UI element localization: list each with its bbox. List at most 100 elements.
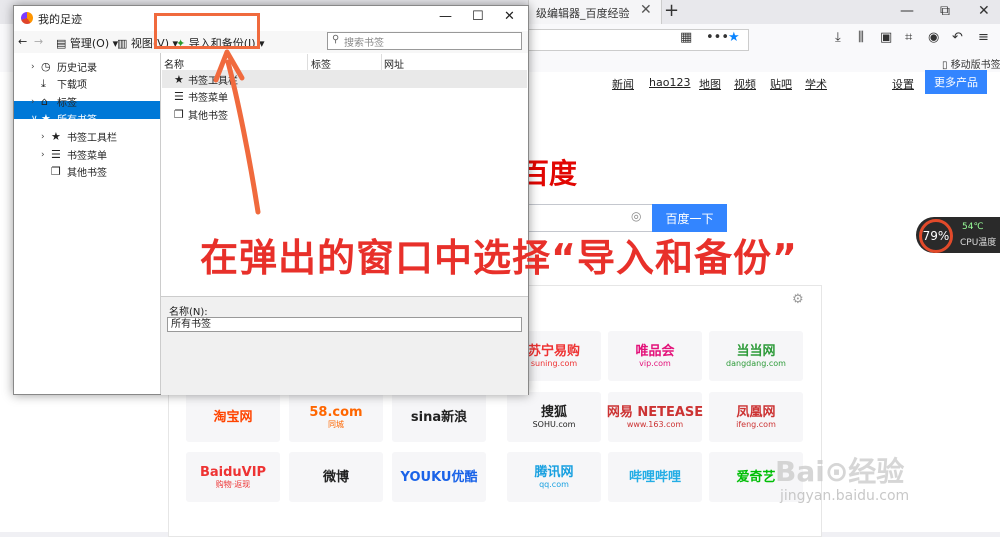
library-icon[interactable]: ⫼ <box>858 30 864 45</box>
tree-item-label: 所有书签 <box>57 115 97 126</box>
library-title: 我的足迹 <box>38 13 82 26</box>
site-tile-name: 网易 NETEASE <box>606 404 704 420</box>
gear-icon[interactable]: ⚙ <box>792 292 804 307</box>
mobile-bookmarks-link[interactable]: ▯ 移动版书签 <box>942 56 1000 71</box>
library-maximize-icon[interactable]: ☐ <box>472 9 484 24</box>
site-tile-subtitle: www.163.com <box>626 419 684 429</box>
column-divider <box>381 54 382 70</box>
window-close-icon[interactable]: ✕ <box>978 3 990 19</box>
baidu-logo: 百度 <box>521 157 578 190</box>
tree-item-icon: ⌂ <box>41 95 48 108</box>
manage-menu[interactable]: ▤ 管理(O) ▾ <box>56 35 118 51</box>
nav-link-settings[interactable]: 设置 <box>892 76 914 92</box>
tree-chevron-icon[interactable]: ∨ <box>31 114 41 124</box>
back-arrow-icon[interactable]: ← <box>18 35 27 48</box>
site-tile[interactable]: 当当网 dangdang.com <box>709 331 803 381</box>
site-tile[interactable]: 微博 <box>289 452 383 502</box>
site-tile-name: 微博 <box>322 469 349 485</box>
list-item[interactable]: ☰ 书签菜单 <box>174 89 228 104</box>
column-header-tags[interactable]: 标签 <box>311 56 331 71</box>
list-item[interactable]: ★ 书签工具栏 <box>174 72 238 87</box>
library-close-icon[interactable]: ✕ <box>504 9 515 24</box>
tree-item-icon: ★ <box>51 130 61 143</box>
site-tile[interactable]: 淘宝网 <box>186 392 280 442</box>
nav-link-video[interactable]: 视频 <box>734 76 756 92</box>
watermark-url: jingyan.baidu.com <box>780 488 910 504</box>
site-tile[interactable]: 凤凰网 ifeng.com <box>709 392 803 442</box>
camera-icon[interactable]: ◎ <box>631 209 641 223</box>
undo-icon[interactable]: ↶ <box>952 30 963 45</box>
column-header-name[interactable]: 名称 <box>164 56 184 71</box>
more-products-button[interactable]: 更多产品 <box>925 70 987 94</box>
search-placeholder: 搜索书签 <box>344 38 384 49</box>
tree-item-label: 其他书签 <box>67 168 107 179</box>
forward-arrow-icon[interactable]: → <box>34 35 43 48</box>
site-tile-subtitle: qq.com <box>539 479 569 489</box>
library-window: 我的足迹 — ☐ ✕ ← → ▤ 管理(O) ▾ ▥ 视图(V) ▾ ✦ 导入和… <box>13 5 529 395</box>
download-icon[interactable]: ⤓ <box>835 30 841 45</box>
tree-chevron-icon[interactable]: › <box>41 150 51 160</box>
site-tile[interactable]: 唯品会 vip.com <box>608 331 702 381</box>
list-item-label: 其他书签 <box>188 111 228 122</box>
site-tile-name: 搜狐 <box>540 404 567 420</box>
tree-item[interactable]: › ☰ 书签菜单 <box>41 146 107 163</box>
tree-item[interactable]: ❐ 其他书签 <box>41 163 107 180</box>
search-icon: ⚲ <box>332 34 340 45</box>
menu-icon[interactable]: ≡ <box>978 30 989 45</box>
tree-item-icon: ◷ <box>41 60 51 73</box>
firefox-icon <box>21 12 33 24</box>
site-tile-subtitle: SOHU.com <box>532 419 576 429</box>
site-tile-name: 唯品会 <box>635 343 675 359</box>
new-tab-button[interactable]: + <box>664 0 679 21</box>
nav-link-news[interactable]: 新闻 <box>612 76 634 92</box>
site-tile[interactable]: 58.com 同城 <box>289 392 383 442</box>
minimize-icon[interactable]: — <box>900 3 914 19</box>
sidebar-icon[interactable]: ▣ <box>880 30 892 45</box>
site-tile[interactable]: 哔哩哔哩 <box>608 452 702 502</box>
nav-link-map[interactable]: 地图 <box>699 76 721 92</box>
tree-item[interactable]: › ★ 书签工具栏 <box>41 128 117 145</box>
details-pane <box>161 296 528 395</box>
site-tile[interactable]: sina新浪 <box>392 392 486 442</box>
tab-close-icon[interactable]: ✕ <box>640 2 652 18</box>
list-item[interactable]: ❐ 其他书签 <box>174 107 228 122</box>
tree-chevron-icon[interactable]: › <box>31 97 41 107</box>
annotation-caption: 在弹出的窗口中选择“导入和备份” <box>200 236 798 280</box>
site-tile[interactable]: 网易 NETEASE www.163.com <box>606 392 704 442</box>
site-tile-name: 爱奇艺 <box>736 469 776 485</box>
tree-item-icon: ☰ <box>51 148 61 161</box>
chat-icon[interactable]: ◉ <box>928 30 939 45</box>
site-tile[interactable]: 搜狐 SOHU.com <box>507 392 601 442</box>
nav-link-hao123[interactable]: hao123 <box>649 76 690 89</box>
site-tile[interactable]: 腾讯网 qq.com <box>507 452 601 502</box>
tree-item-label: 标签 <box>57 98 77 109</box>
tree-item[interactable]: › ◷ 历史记录 <box>31 58 97 75</box>
tree-item-icon: ⤓ <box>41 76 46 90</box>
library-minimize-icon[interactable]: — <box>439 9 452 24</box>
qr-code-icon[interactable]: ▦ <box>680 30 692 45</box>
screenshot-icon[interactable]: ⌗ <box>905 30 912 45</box>
site-tile[interactable]: YOUKU优酷 <box>392 452 486 502</box>
nav-link-tieba[interactable]: 贴吧 <box>770 76 792 92</box>
site-tile-name: 苏宁易购 <box>527 343 580 359</box>
site-tile-name: BaiduVIP <box>199 464 267 480</box>
site-tile-subtitle: dangdang.com <box>726 358 786 368</box>
column-header-url[interactable]: 网址 <box>384 56 404 71</box>
tree-item[interactable]: › ⌂ 标签 <box>31 93 77 110</box>
nav-link-xueshu[interactable]: 学术 <box>805 76 827 92</box>
tree-item-label: 历史记录 <box>57 63 97 74</box>
site-tile[interactable]: BaiduVIP 购物·返现 <box>186 452 280 502</box>
restore-icon[interactable]: ⧉ <box>940 3 950 19</box>
bookmark-star-icon[interactable]: ★ <box>728 30 740 45</box>
tree-item[interactable]: ∨ ★ 所有书签 <box>31 110 97 127</box>
tree-item[interactable]: ⤓ 下载项 <box>31 75 87 92</box>
manage-menu-label: 管理(O) <box>69 37 110 50</box>
tree-chevron-icon[interactable]: › <box>31 62 41 72</box>
site-tile-name: 淘宝网 <box>213 409 253 425</box>
tree-chevron-icon[interactable]: › <box>41 132 51 142</box>
name-field[interactable]: 所有书签 <box>167 317 522 332</box>
more-actions-icon[interactable]: ••• <box>706 30 729 45</box>
list-item-icon: ★ <box>174 73 184 86</box>
site-tile-subtitle: ifeng.com <box>736 419 776 429</box>
site-tile-subtitle: 购物·返现 <box>215 479 251 489</box>
